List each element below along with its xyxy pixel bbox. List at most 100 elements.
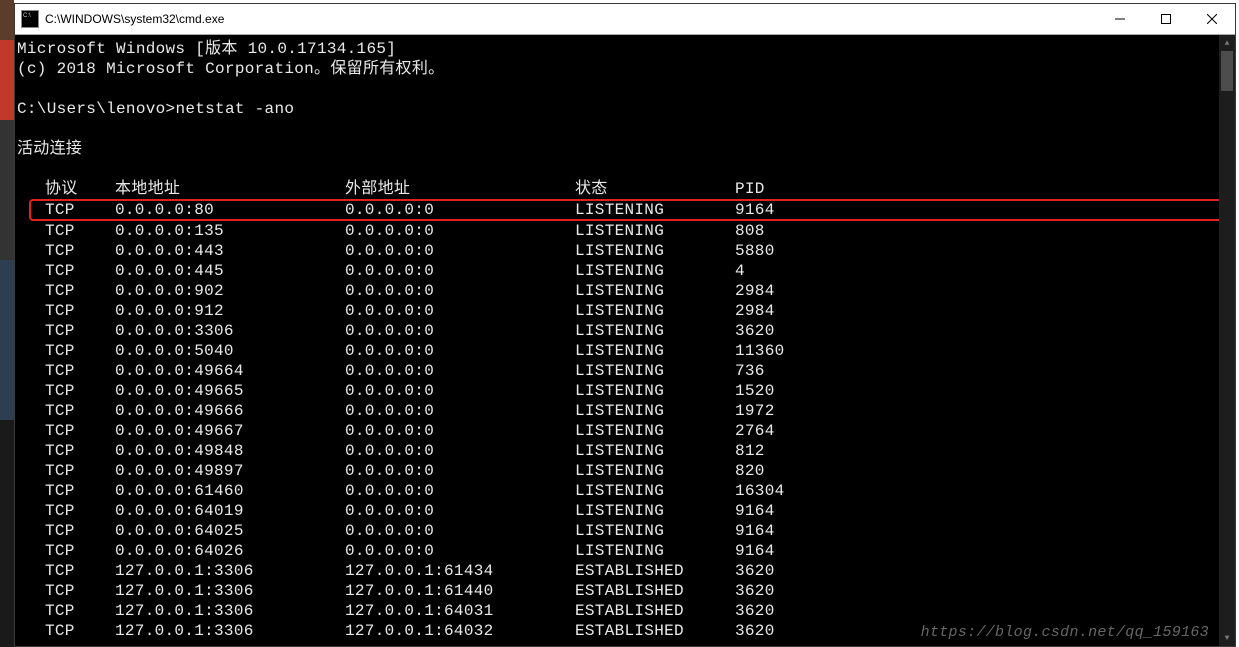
- cell-local: 0.0.0.0:3306: [115, 321, 345, 341]
- cell-foreign: 0.0.0.0:0: [345, 241, 575, 261]
- cell-proto: TCP: [45, 261, 115, 281]
- cell-local: 0.0.0.0:64025: [115, 521, 345, 541]
- prompt-path: C:\Users\lenovo>: [17, 100, 175, 118]
- titlebar[interactable]: C:\WINDOWS\system32\cmd.exe: [15, 4, 1235, 35]
- cell-state: LISTENING: [575, 281, 735, 301]
- cell-local: 0.0.0.0:135: [115, 221, 345, 241]
- cell-local: 0.0.0.0:64019: [115, 501, 345, 521]
- cell-proto: TCP: [45, 541, 115, 561]
- table-row: TCP127.0.0.1:3306127.0.0.1:61440ESTABLIS…: [15, 581, 1235, 601]
- cell-state: LISTENING: [575, 221, 735, 241]
- cell-foreign: 0.0.0.0:0: [345, 201, 575, 221]
- cell-state: LISTENING: [575, 301, 735, 321]
- scroll-up-icon[interactable]: ▲: [1219, 35, 1235, 51]
- cell-pid: 2764: [735, 421, 865, 441]
- cell-proto: TCP: [45, 221, 115, 241]
- cell-state: LISTENING: [575, 241, 735, 261]
- col-local: 本地地址: [115, 179, 345, 199]
- cell-state: LISTENING: [575, 341, 735, 361]
- terminal-body[interactable]: Microsoft Windows [版本 10.0.17134.165] (c…: [15, 35, 1235, 647]
- table-row: TCP127.0.0.1:3306127.0.0.1:61434ESTABLIS…: [15, 561, 1235, 581]
- table-row: TCP0.0.0.0:614600.0.0.0:0LISTENING16304: [15, 481, 1235, 501]
- cell-foreign: 0.0.0.0:0: [345, 481, 575, 501]
- cell-local: 0.0.0.0:80: [115, 201, 345, 221]
- table-row: TCP0.0.0.0:498480.0.0.0:0LISTENING812: [15, 441, 1235, 461]
- cell-foreign: 0.0.0.0:0: [345, 341, 575, 361]
- cell-foreign: 127.0.0.1:61440: [345, 581, 575, 601]
- cell-proto: TCP: [45, 361, 115, 381]
- cell-foreign: 0.0.0.0:0: [345, 421, 575, 441]
- cell-foreign: 0.0.0.0:0: [345, 441, 575, 461]
- prompt-line: C:\Users\lenovo>netstat -ano: [15, 99, 1235, 119]
- window-controls: [1097, 4, 1235, 34]
- cell-local: 0.0.0.0:443: [115, 241, 345, 261]
- cmd-icon: [21, 10, 39, 28]
- table-row: TCP0.0.0.0:640250.0.0.0:0LISTENING9164: [15, 521, 1235, 541]
- cell-local: 0.0.0.0:49664: [115, 361, 345, 381]
- cell-foreign: 0.0.0.0:0: [345, 261, 575, 281]
- col-proto: 协议: [45, 179, 115, 199]
- cell-pid: 9164: [735, 541, 865, 561]
- table-row: TCP127.0.0.1:3306127.0.0.1:64031ESTABLIS…: [15, 601, 1235, 621]
- cell-foreign: 0.0.0.0:0: [345, 301, 575, 321]
- netstat-table: 协议 本地地址 外部地址 状态 PID TCP0.0.0.0:800.0.0.0…: [15, 179, 1235, 641]
- blank-line: [15, 159, 1235, 179]
- cell-pid: 3620: [735, 581, 865, 601]
- cmd-window: C:\WINDOWS\system32\cmd.exe Microsoft Wi…: [14, 3, 1236, 647]
- cell-local: 127.0.0.1:3306: [115, 561, 345, 581]
- cell-pid: 820: [735, 461, 865, 481]
- cell-proto: TCP: [45, 281, 115, 301]
- cell-pid: 11360: [735, 341, 865, 361]
- minimize-button[interactable]: [1097, 4, 1143, 34]
- cell-pid: 1520: [735, 381, 865, 401]
- cell-local: 127.0.0.1:3306: [115, 601, 345, 621]
- cell-local: 0.0.0.0:49848: [115, 441, 345, 461]
- section-title: 活动连接: [15, 139, 1235, 159]
- cell-pid: 9164: [735, 521, 865, 541]
- vertical-scrollbar[interactable]: ▲ ▼: [1219, 35, 1235, 646]
- close-button[interactable]: [1189, 4, 1235, 34]
- cell-foreign: 0.0.0.0:0: [345, 281, 575, 301]
- cell-state: ESTABLISHED: [575, 581, 735, 601]
- cell-pid: 736: [735, 361, 865, 381]
- maximize-icon: [1161, 14, 1171, 24]
- cell-state: ESTABLISHED: [575, 601, 735, 621]
- header-line-2: (c) 2018 Microsoft Corporation。保留所有权利。: [15, 59, 1235, 79]
- cell-proto: TCP: [45, 501, 115, 521]
- close-icon: [1207, 14, 1217, 24]
- cell-local: 0.0.0.0:5040: [115, 341, 345, 361]
- table-row: TCP0.0.0.0:496660.0.0.0:0LISTENING1972: [15, 401, 1235, 421]
- col-state: 状态: [575, 179, 735, 199]
- cell-state: LISTENING: [575, 201, 735, 221]
- cell-proto: TCP: [45, 441, 115, 461]
- cell-state: LISTENING: [575, 501, 735, 521]
- cell-pid: 3620: [735, 601, 865, 621]
- cell-local: 0.0.0.0:49665: [115, 381, 345, 401]
- cell-proto: TCP: [45, 581, 115, 601]
- desktop-edge-decoration: [0, 0, 14, 647]
- table-row: TCP0.0.0.0:4450.0.0.0:0LISTENING4: [15, 261, 1235, 281]
- table-row: TCP0.0.0.0:50400.0.0.0:0LISTENING11360: [15, 341, 1235, 361]
- header-line-1: Microsoft Windows [版本 10.0.17134.165]: [15, 39, 1235, 59]
- blank-line: [15, 79, 1235, 99]
- table-row: TCP0.0.0.0:498970.0.0.0:0LISTENING820: [15, 461, 1235, 481]
- cell-state: LISTENING: [575, 381, 735, 401]
- cell-pid: 16304: [735, 481, 865, 501]
- cell-pid: 4: [735, 261, 865, 281]
- cell-foreign: 0.0.0.0:0: [345, 221, 575, 241]
- table-row: TCP0.0.0.0:640190.0.0.0:0LISTENING9164: [15, 501, 1235, 521]
- cell-local: 0.0.0.0:445: [115, 261, 345, 281]
- scroll-down-icon[interactable]: ▼: [1219, 630, 1235, 646]
- cell-local: 0.0.0.0:64026: [115, 541, 345, 561]
- scrollbar-thumb[interactable]: [1221, 51, 1233, 91]
- cell-pid: 2984: [735, 301, 865, 321]
- maximize-button[interactable]: [1143, 4, 1189, 34]
- cell-pid: 3620: [735, 321, 865, 341]
- cell-pid: 9164: [735, 501, 865, 521]
- prompt-command: netstat -ano: [175, 100, 294, 118]
- cell-state: ESTABLISHED: [575, 621, 735, 641]
- cell-proto: TCP: [45, 461, 115, 481]
- table-row-highlighted: TCP0.0.0.0:800.0.0.0:0LISTENING9164: [29, 199, 1235, 221]
- cell-local: 127.0.0.1:3306: [115, 581, 345, 601]
- cell-state: LISTENING: [575, 461, 735, 481]
